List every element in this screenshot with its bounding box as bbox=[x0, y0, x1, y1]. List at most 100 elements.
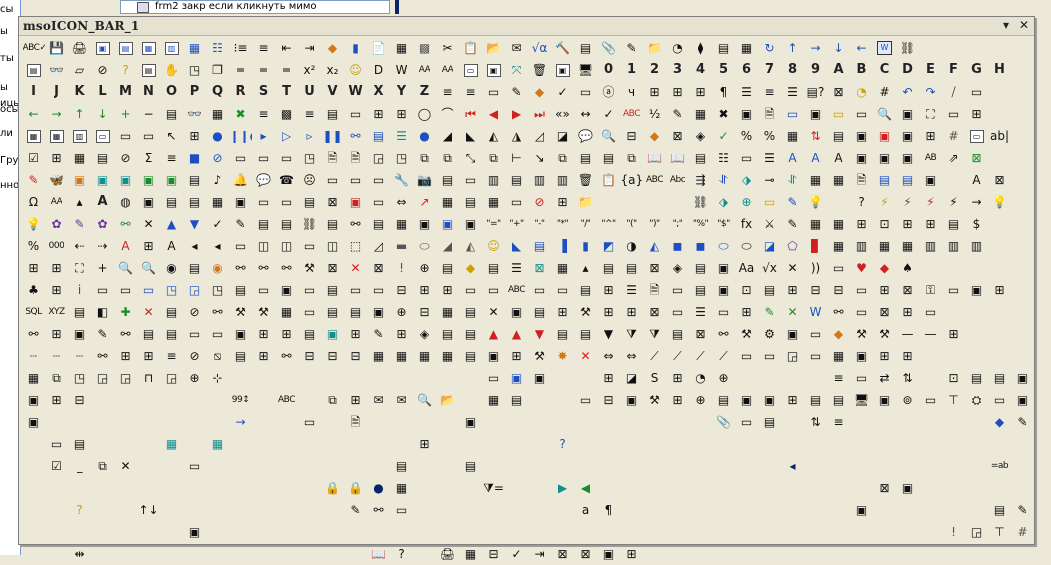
palette-icon-button[interactable]: ▭ bbox=[735, 345, 758, 367]
palette-icon-button[interactable]: ▭ bbox=[344, 279, 367, 301]
palette-icon-button[interactable]: ◪ bbox=[620, 367, 643, 389]
palette-icon-button[interactable]: ▣ bbox=[275, 279, 298, 301]
palette-icon-button[interactable]: ▥ bbox=[551, 169, 574, 191]
palette-icon-button[interactable]: ▤ bbox=[505, 389, 528, 411]
palette-icon-button[interactable]: 💬 bbox=[574, 125, 597, 147]
palette-icon-button[interactable]: ▤ bbox=[321, 279, 344, 301]
palette-icon-button[interactable]: ▦ bbox=[367, 345, 390, 367]
palette-icon-button[interactable]: ◆ bbox=[459, 257, 482, 279]
palette-icon-button[interactable]: ▤ bbox=[459, 323, 482, 345]
palette-icon-button[interactable]: ▭ bbox=[850, 279, 873, 301]
palette-icon-button[interactable]: ⟋ bbox=[643, 345, 666, 367]
palette-icon-button[interactable]: ⊠ bbox=[574, 543, 597, 565]
palette-icon-button[interactable]: ↖ bbox=[160, 125, 183, 147]
palette-icon-button[interactable]: Aa bbox=[735, 257, 758, 279]
palette-icon-button[interactable]: ▤ bbox=[551, 323, 574, 345]
palette-icon-button[interactable]: ⊞ bbox=[367, 103, 390, 125]
palette-icon-button[interactable]: ▣ bbox=[919, 169, 942, 191]
palette-icon-button[interactable]: ⛓ bbox=[896, 37, 919, 59]
palette-icon-button[interactable]: ◳ bbox=[206, 279, 229, 301]
palette-icon-button[interactable]: ⊘ bbox=[91, 59, 114, 81]
palette-icon-button[interactable]: ⌒ bbox=[436, 103, 459, 125]
palette-icon-button[interactable]: ⧉ bbox=[436, 147, 459, 169]
palette-icon-button[interactable]: ▭ bbox=[183, 323, 206, 345]
palette-icon-button[interactable]: ▣ bbox=[896, 125, 919, 147]
palette-icon-button[interactable]: "+" bbox=[505, 213, 528, 235]
palette-icon-button[interactable]: ⊞ bbox=[137, 235, 160, 257]
palette-icon-button[interactable]: ☰ bbox=[689, 301, 712, 323]
palette-icon-button[interactable]: ▣ bbox=[482, 59, 505, 81]
palette-icon-button[interactable]: ⊠ bbox=[873, 301, 896, 323]
palette-icon-button[interactable]: ⇄ bbox=[873, 367, 896, 389]
palette-icon-button[interactable]: ⚔ bbox=[758, 213, 781, 235]
palette-icon-button[interactable]: ▤ bbox=[344, 301, 367, 323]
palette-icon-button[interactable]: ▤ bbox=[436, 257, 459, 279]
palette-icon-button[interactable]: 📋 bbox=[597, 169, 620, 191]
palette-icon-button[interactable]: ⊟ bbox=[298, 345, 321, 367]
palette-icon-button[interactable]: ⊞ bbox=[850, 213, 873, 235]
palette-icon-button[interactable]: ▣ bbox=[758, 389, 781, 411]
palette-icon-button[interactable]: ч bbox=[620, 81, 643, 103]
palette-icon-button[interactable]: ✓ bbox=[206, 213, 229, 235]
palette-icon-button[interactable]: ◫ bbox=[252, 235, 275, 257]
palette-icon-button[interactable]: ⊞ bbox=[45, 147, 68, 169]
palette-icon-button[interactable]: 🔒 bbox=[344, 477, 367, 499]
palette-icon-button[interactable]: ⊡ bbox=[873, 213, 896, 235]
palette-icon-button[interactable]: ⛶ bbox=[68, 257, 91, 279]
palette-icon-button[interactable]: ⊟ bbox=[68, 389, 91, 411]
palette-icon-button[interactable]: ◯ bbox=[413, 103, 436, 125]
palette-icon-button[interactable]: ◳ bbox=[160, 279, 183, 301]
palette-icon-button[interactable]: ⧉ bbox=[551, 147, 574, 169]
palette-icon-button[interactable]: ABC bbox=[620, 103, 643, 125]
palette-icon-button[interactable]: ▭ bbox=[666, 279, 689, 301]
palette-icon-button[interactable]: ⊞ bbox=[942, 323, 965, 345]
palette-icon-button[interactable]: ✎ bbox=[781, 191, 804, 213]
palette-icon-button[interactable]: ≡ bbox=[160, 345, 183, 367]
palette-icon-button[interactable]: ↶ bbox=[896, 81, 919, 103]
palette-icon-button[interactable]: ☰ bbox=[758, 147, 781, 169]
palette-icon-button[interactable]: ▭ bbox=[344, 103, 367, 125]
palette-icon-button[interactable]: ▣ bbox=[436, 213, 459, 235]
palette-icon-button[interactable]: ✎ bbox=[229, 213, 252, 235]
palette-icon-button[interactable]: ⬗ bbox=[735, 169, 758, 191]
palette-icon-button[interactable]: 🔍 bbox=[114, 257, 137, 279]
palette-icon-button[interactable]: ▦ bbox=[390, 213, 413, 235]
background-list-item[interactable]: ли bbox=[0, 127, 20, 141]
palette-icon-button[interactable]: ▭ bbox=[574, 81, 597, 103]
palette-icon-button[interactable]: F bbox=[942, 59, 965, 81]
palette-icon-button[interactable]: A bbox=[804, 147, 827, 169]
palette-icon-button[interactable]: SQL bbox=[22, 301, 45, 323]
palette-icon-button[interactable]: ▦ bbox=[206, 191, 229, 213]
palette-icon-button[interactable]: ▣ bbox=[781, 323, 804, 345]
palette-icon-button[interactable]: 🔧 bbox=[390, 169, 413, 191]
palette-icon-button[interactable]: ⚯ bbox=[275, 345, 298, 367]
palette-icon-button[interactable]: ▦ bbox=[160, 433, 183, 455]
palette-icon-button[interactable]: ▼ bbox=[183, 213, 206, 235]
palette-icon-button[interactable]: ▭ bbox=[850, 103, 873, 125]
palette-icon-button[interactable]: ⊕ bbox=[689, 389, 712, 411]
palette-icon-button[interactable]: "$" bbox=[712, 213, 735, 235]
palette-icon-button[interactable]: ▤? bbox=[804, 81, 827, 103]
palette-icon-button[interactable]: ▣ bbox=[850, 499, 873, 521]
palette-icon-button[interactable]: ⊞ bbox=[45, 323, 68, 345]
palette-icon-button[interactable]: % bbox=[758, 125, 781, 147]
palette-icon-button[interactable]: ▦ bbox=[390, 37, 413, 59]
palette-icon-button[interactable]: ⊠ bbox=[643, 257, 666, 279]
palette-icon-button[interactable]: ⚯ bbox=[22, 323, 45, 345]
palette-icon-button[interactable]: ✎ bbox=[344, 499, 367, 521]
palette-icon-button[interactable]: ▤ bbox=[597, 257, 620, 279]
palette-icon-button[interactable]: ▤ bbox=[965, 367, 988, 389]
palette-icon-button[interactable]: ◳ bbox=[298, 147, 321, 169]
palette-icon-button[interactable]: ▭ bbox=[942, 279, 965, 301]
palette-icon-button[interactable]: 📂 bbox=[482, 37, 505, 59]
palette-icon-button[interactable]: ⛓ bbox=[689, 191, 712, 213]
palette-icon-button[interactable]: ▦ bbox=[459, 543, 482, 565]
palette-icon-button[interactable]: ☹ bbox=[298, 169, 321, 191]
palette-icon-button[interactable]: ◆ bbox=[643, 125, 666, 147]
palette-icon-button[interactable]: ✕ bbox=[137, 301, 160, 323]
palette-icon-button[interactable]: C bbox=[873, 59, 896, 81]
palette-icon-button[interactable]: "^" bbox=[597, 213, 620, 235]
title-bar[interactable]: msoICON_BAR_1 ▾ ✕ bbox=[19, 17, 1034, 36]
palette-icon-button[interactable]: ⊠ bbox=[321, 257, 344, 279]
palette-icon-button[interactable]: i bbox=[68, 279, 91, 301]
